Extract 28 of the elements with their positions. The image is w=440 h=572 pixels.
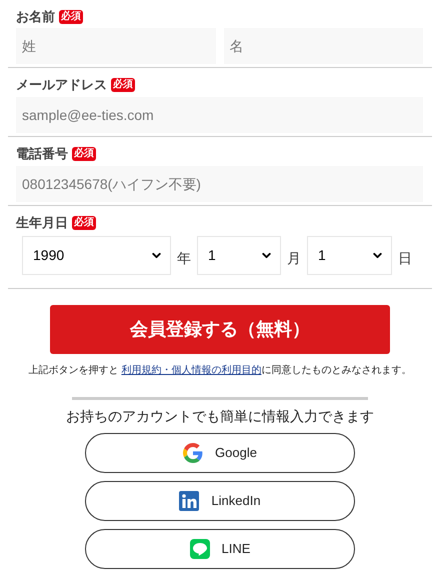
required-badge: 必須 — [59, 10, 83, 24]
field-label: お名前 — [16, 8, 55, 26]
text-field[interactable]: 姓 — [16, 28, 216, 64]
linkedin-icon — [179, 491, 200, 511]
text-field[interactable]: 名 — [224, 28, 423, 64]
text-field[interactable]: 08012345678(ハイフン不要) — [16, 166, 423, 202]
unit-label: 年 — [177, 249, 191, 268]
social-login-button[interactable]: LinkedIn — [85, 481, 355, 521]
text-field[interactable]: sample@ee-ties.com — [16, 97, 423, 133]
dropdown[interactable]: 1990 — [22, 236, 171, 275]
social-heading: お持ちのアカウントでも簡単に情報入力できます — [65, 407, 375, 426]
register-button[interactable]: 会員登録する（無料） — [50, 305, 390, 354]
dropdown[interactable]: 1 — [197, 236, 281, 275]
unit-label: 日 — [398, 249, 412, 268]
required-badge: 必須 — [72, 216, 96, 230]
required-badge: 必須 — [72, 147, 96, 161]
consent-text: 上記ボタンを押すと 利用規約・個人情報の利用目的に同意したものとみなされます。 — [28, 364, 412, 378]
dropdown[interactable]: 1 — [307, 236, 392, 275]
field-label: 電話番号 — [16, 145, 68, 164]
required-badge: 必須 — [111, 78, 135, 92]
chat-bubble-icon — [190, 539, 210, 559]
unit-label: 月 — [287, 249, 301, 268]
field-label: メールアドレス — [16, 76, 107, 94]
google-icon — [183, 443, 204, 463]
social-login-button[interactable]: LINE — [85, 529, 355, 569]
field-label: 生年月日 — [16, 214, 68, 232]
social-login-button[interactable]: Google — [85, 433, 355, 473]
terms-link[interactable]: 利用規約・個人情報の利用目的 — [121, 365, 262, 376]
